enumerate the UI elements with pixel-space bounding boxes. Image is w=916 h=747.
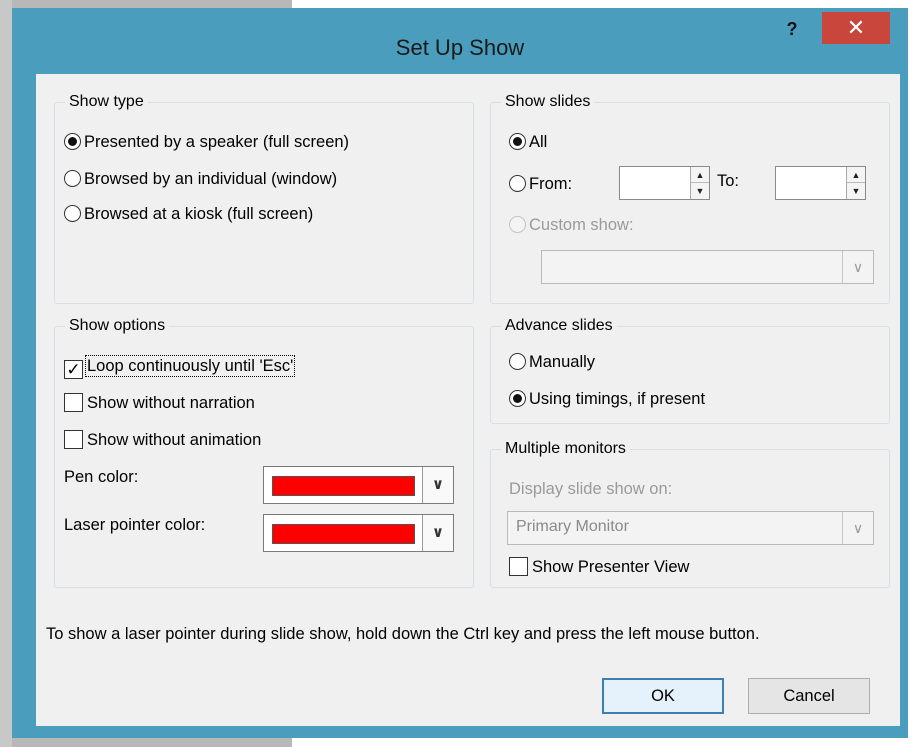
ok-button[interactable]: OK <box>602 678 724 714</box>
show-options-legend: Show options <box>65 315 170 337</box>
checkbox-label: Show without animation <box>87 431 262 449</box>
laser-pointer-color-label: Laser pointer color: <box>64 516 206 534</box>
checkbox-without-narration[interactable]: Show without narration <box>64 391 255 415</box>
radio-button[interactable] <box>64 170 81 187</box>
checkbox-show-presenter-view[interactable]: Show Presenter View <box>509 555 689 579</box>
radio-browsed-by-individual[interactable]: Browsed by an individual (window) <box>64 167 337 191</box>
radio-button[interactable] <box>64 133 81 150</box>
radio-button[interactable] <box>509 353 526 370</box>
show-options-group: Show options ✓ Loop continuously until 'E… <box>54 315 474 588</box>
radio-from-slides[interactable]: From: <box>509 172 572 196</box>
checkbox[interactable] <box>64 430 83 449</box>
checkbox-label: Loop continuously until 'Esc' <box>84 355 296 377</box>
radio-label: Custom show: <box>529 216 634 234</box>
show-slides-group: Show slides All From: ▲ ▼ To: ▲ ▼ Custom s… <box>490 91 890 304</box>
radio-using-timings[interactable]: Using timings, if present <box>509 387 705 411</box>
checkbox[interactable] <box>64 393 83 412</box>
show-type-legend: Show type <box>65 91 148 113</box>
custom-show-select[interactable]: ∨ <box>541 250 874 284</box>
close-button[interactable]: ✕ <box>822 12 890 44</box>
radio-label: Presented by a speaker (full screen) <box>84 133 350 151</box>
dialog-client-area: Show type Presented by a speaker (full s… <box>36 74 900 726</box>
pen-color-label: Pen color: <box>64 468 139 486</box>
spin-up-icon[interactable]: ▲ <box>847 167 865 183</box>
spin-up-icon[interactable]: ▲ <box>691 167 709 183</box>
radio-manually[interactable]: Manually <box>509 350 595 374</box>
checkbox-loop-continuously[interactable]: ✓ Loop continuously until 'Esc' <box>64 354 296 379</box>
chevron-down-icon[interactable]: ∨ <box>842 251 873 283</box>
display-slide-show-on-label: Display slide show on: <box>509 480 673 498</box>
advance-slides-legend: Advance slides <box>501 315 617 337</box>
to-spin-arrows[interactable]: ▲ ▼ <box>846 167 865 199</box>
checkbox-label: Show without narration <box>87 394 255 412</box>
laser-pointer-color-select[interactable]: ∨ <box>263 514 454 552</box>
spin-down-icon[interactable]: ▼ <box>691 183 709 199</box>
laser-color-swatch <box>272 524 415 544</box>
show-slides-legend: Show slides <box>501 91 595 113</box>
radio-all-slides[interactable]: All <box>509 130 547 154</box>
background-window-edge <box>12 737 292 747</box>
radio-custom-show[interactable]: Custom show: <box>509 213 634 237</box>
checkbox[interactable] <box>509 557 528 576</box>
radio-button[interactable] <box>64 205 81 222</box>
display-monitor-select[interactable]: Primary Monitor ∨ <box>507 511 874 545</box>
pen-color-swatch <box>272 476 415 496</box>
chevron-down-icon[interactable]: ∨ <box>422 515 453 551</box>
to-spin-input[interactable]: ▲ ▼ <box>775 166 866 200</box>
set-up-show-dialog: Set Up Show ? ✕ Show type Presented by a… <box>12 8 908 738</box>
chevron-down-icon[interactable]: ∨ <box>422 467 453 503</box>
radio-label: Manually <box>529 353 596 371</box>
from-spin-arrows[interactable]: ▲ ▼ <box>690 167 709 199</box>
radio-label: All <box>529 133 548 151</box>
background-window-edge <box>12 0 292 8</box>
radio-label: From: <box>529 175 573 193</box>
radio-label: Using timings, if present <box>529 390 706 408</box>
radio-browsed-at-kiosk[interactable]: Browsed at a kiosk (full screen) <box>64 202 313 226</box>
radio-label: Browsed by an individual (window) <box>84 170 338 188</box>
to-label: To: <box>717 172 740 190</box>
pen-color-select[interactable]: ∨ <box>263 466 454 504</box>
radio-button[interactable] <box>509 175 526 192</box>
radio-button[interactable] <box>509 133 526 150</box>
laser-pointer-hint: To show a laser pointer during slide sho… <box>46 625 760 643</box>
from-spin-input[interactable]: ▲ ▼ <box>619 166 710 200</box>
checkbox-without-animation[interactable]: Show without animation <box>64 428 261 452</box>
chevron-down-icon[interactable]: ∨ <box>842 512 873 544</box>
radio-button[interactable] <box>509 390 526 407</box>
checkbox-label: Show Presenter View <box>532 558 690 576</box>
background-window-edge <box>0 0 12 747</box>
close-icon: ✕ <box>846 15 866 40</box>
spin-down-icon[interactable]: ▼ <box>847 183 865 199</box>
radio-label: Browsed at a kiosk (full screen) <box>84 205 314 223</box>
multiple-monitors-legend: Multiple monitors <box>501 438 630 460</box>
dialog-title: Set Up Show <box>395 35 525 60</box>
title-bar[interactable]: Set Up Show ? ✕ <box>12 8 908 74</box>
help-button[interactable]: ? <box>778 16 806 42</box>
show-type-group: Show type Presented by a speaker (full s… <box>54 91 474 304</box>
radio-button[interactable] <box>509 216 526 233</box>
radio-presented-by-speaker[interactable]: Presented by a speaker (full screen) <box>64 130 349 154</box>
display-monitor-value: Primary Monitor <box>516 518 629 535</box>
check-icon[interactable]: ✓ <box>64 360 83 379</box>
cancel-button[interactable]: Cancel <box>748 678 870 714</box>
multiple-monitors-group: Multiple monitors Display slide show on:… <box>490 438 890 588</box>
advance-slides-group: Advance slides Manually Using timings, i… <box>490 315 890 424</box>
